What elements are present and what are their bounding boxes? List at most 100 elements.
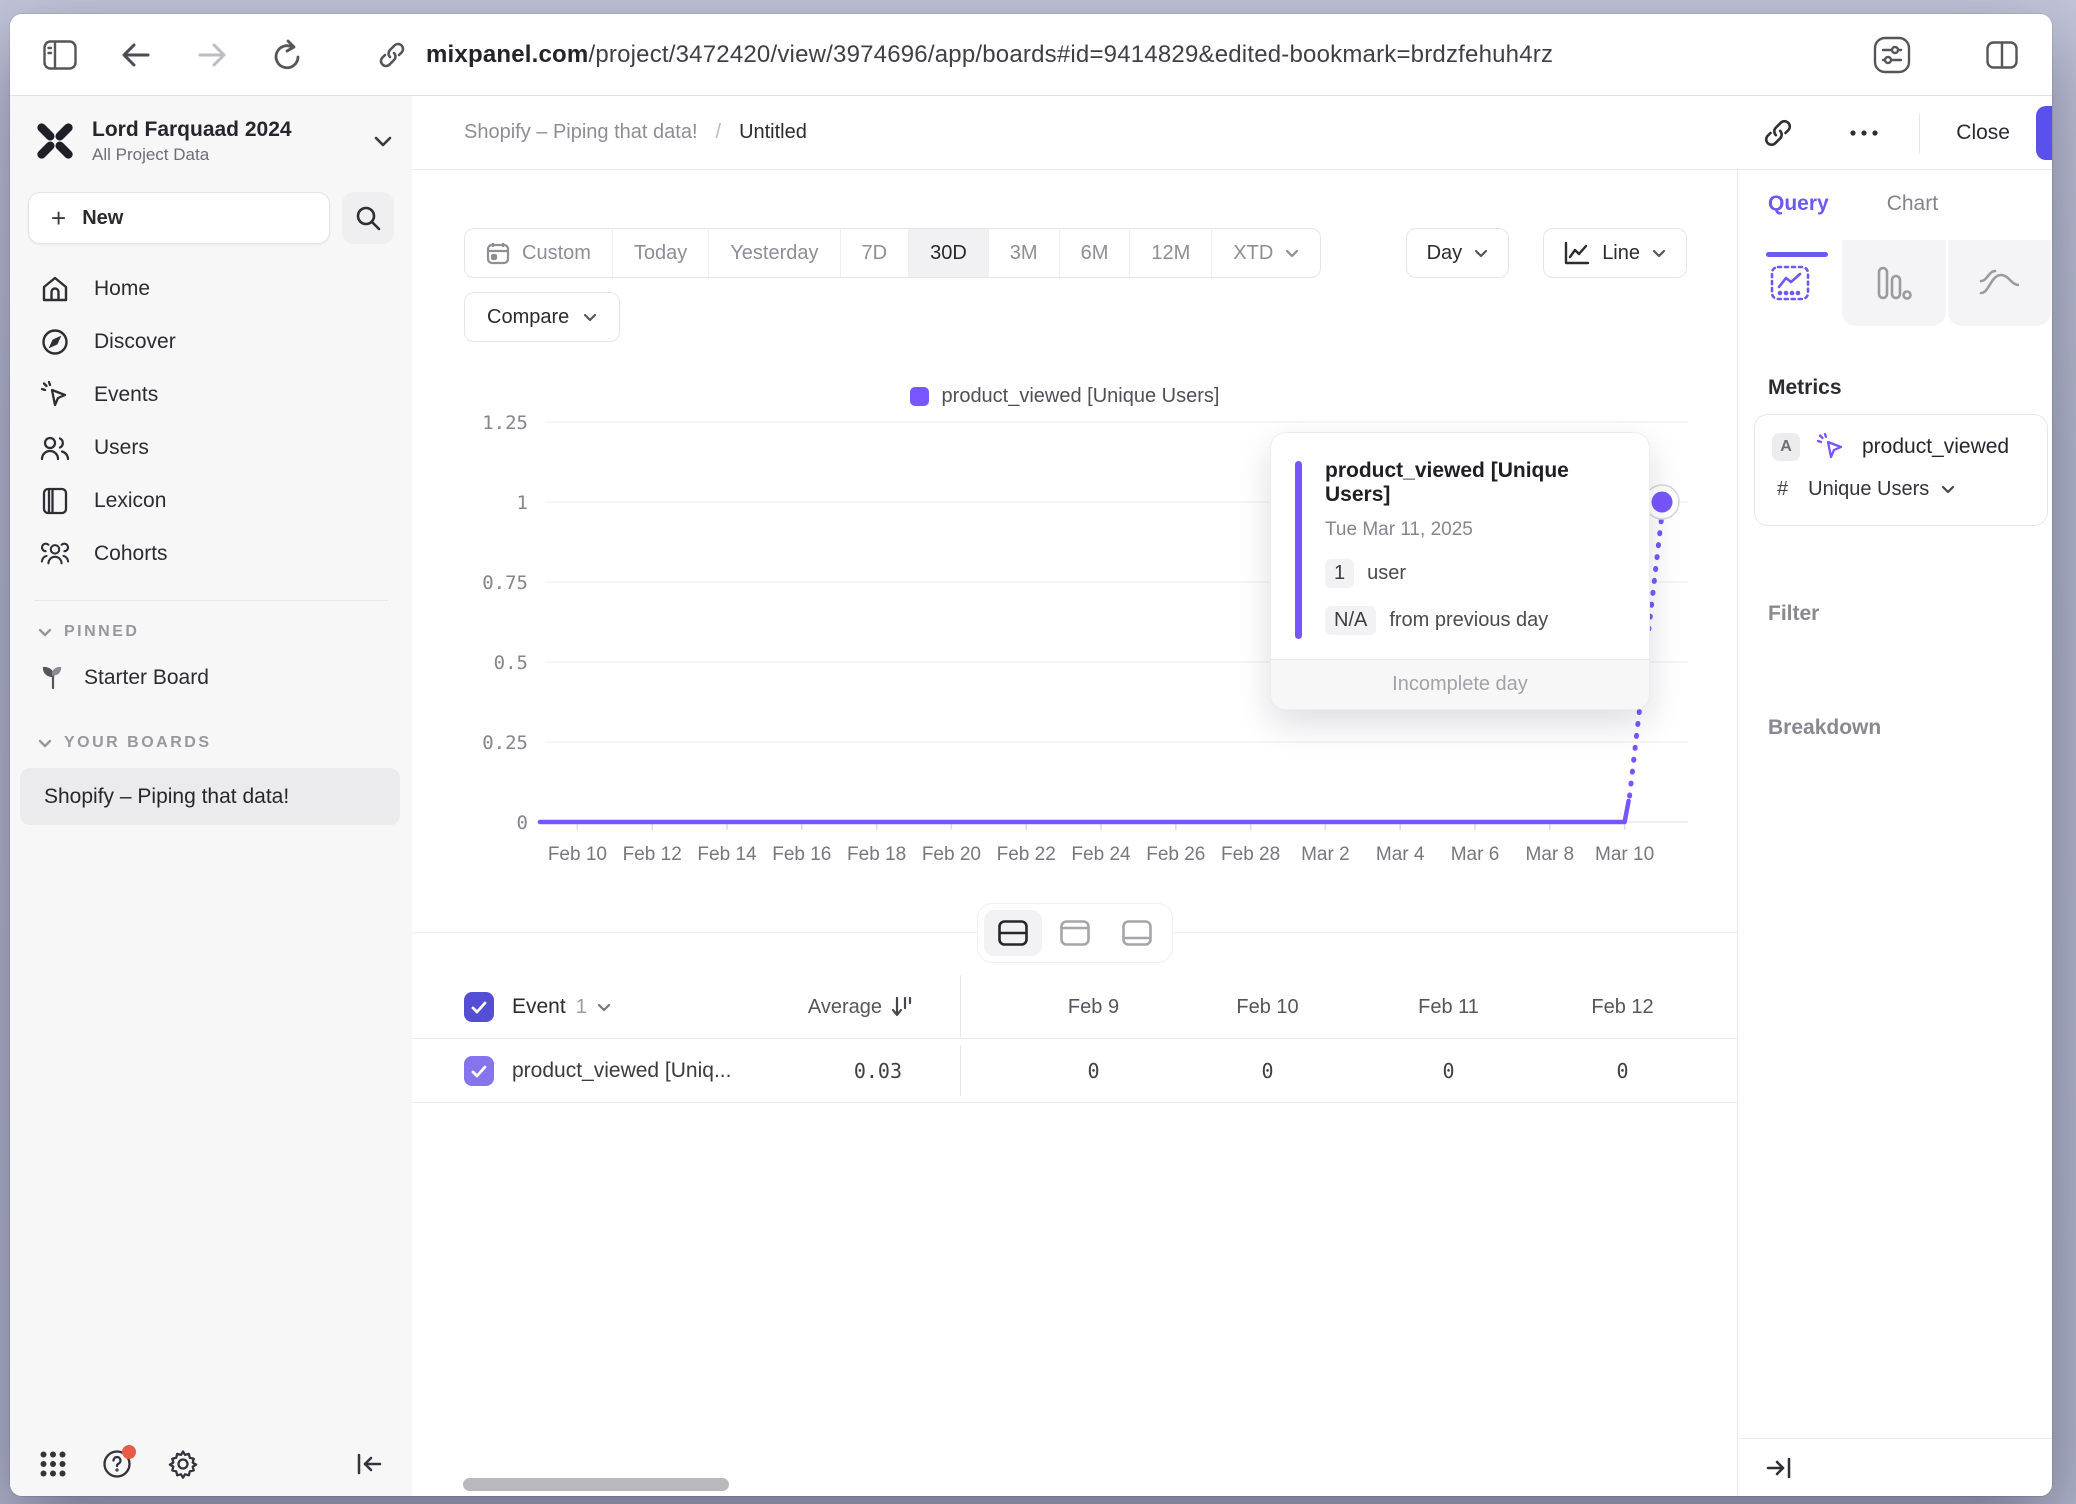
sort-icon xyxy=(892,996,912,1018)
sidebar-item-events[interactable]: Events xyxy=(10,368,412,421)
table-row[interactable]: product_viewed [Uniq... 0.03 0 0 0 0 xyxy=(412,1039,1737,1103)
metric-card[interactable]: A product_viewed # Unique Users xyxy=(1754,414,2048,526)
forward-icon[interactable] xyxy=(188,31,236,79)
sidebar-item-home[interactable]: Home xyxy=(10,262,412,315)
horizontal-scrollbar[interactable] xyxy=(463,1478,729,1491)
layout-split-icon xyxy=(998,920,1028,946)
range-7d[interactable]: 7D xyxy=(840,229,909,277)
sidebar-item-users[interactable]: Users xyxy=(10,421,412,474)
svg-text:Feb 12: Feb 12 xyxy=(623,844,682,865)
row-cell-value: 0 xyxy=(1177,1039,1358,1103)
layout-split-button[interactable] xyxy=(984,910,1042,956)
tab-chart[interactable]: Chart xyxy=(1887,192,1938,240)
sidebar-item-label: Users xyxy=(94,436,149,460)
event-cursor-icon xyxy=(1816,432,1846,462)
layout-table-button[interactable] xyxy=(1108,910,1166,956)
date-range-picker: Custom Today Yesterday 7D 30D 3M 6M 12M … xyxy=(464,228,1321,278)
sidebar-item-label: Events xyxy=(94,383,158,407)
pinned-section-label: PINNED xyxy=(64,623,139,641)
highlighted-data-point xyxy=(1652,492,1673,513)
new-button[interactable]: + New xyxy=(28,192,330,244)
metric-badge: A xyxy=(1772,433,1800,461)
chart-tooltip: product_viewed [Unique Users] Tue Mar 11… xyxy=(1270,432,1650,710)
sidebar-item-shopify-board[interactable]: Shopify – Piping that data! xyxy=(20,768,400,825)
legend-label: product_viewed [Unique Users] xyxy=(942,385,1220,408)
copy-link-icon[interactable] xyxy=(1763,118,1793,148)
more-options-icon[interactable] xyxy=(1849,129,1879,137)
breadcrumb-page[interactable]: Untitled xyxy=(739,121,807,144)
date-column-header[interactable]: Feb 12 xyxy=(1532,975,1713,1039)
range-6m[interactable]: 6M xyxy=(1059,229,1130,277)
flows-tab[interactable] xyxy=(1948,240,2051,326)
range-12m[interactable]: 12M xyxy=(1129,229,1211,277)
row-cell-value: 0 xyxy=(1003,1039,1184,1103)
bar-chart-icon xyxy=(1875,264,1913,302)
back-icon[interactable] xyxy=(112,31,160,79)
range-30d[interactable]: 30D xyxy=(908,229,988,277)
range-today[interactable]: Today xyxy=(612,229,708,277)
apps-grid-icon[interactable] xyxy=(40,1451,66,1477)
cohorts-icon xyxy=(40,542,70,566)
close-button[interactable]: Close xyxy=(1956,121,2010,145)
tooltip-delta: N/A xyxy=(1325,606,1376,635)
range-xtd[interactable]: XTD xyxy=(1211,229,1320,277)
range-custom[interactable]: Custom xyxy=(465,229,612,277)
compare-dropdown[interactable]: Compare xyxy=(464,292,620,342)
split-view-icon[interactable] xyxy=(1978,31,2026,79)
check-icon xyxy=(471,1065,487,1078)
mixpanel-logo-icon xyxy=(34,120,76,162)
row-cell-value: 0 xyxy=(1358,1039,1539,1103)
sidebar-item-label: Discover xyxy=(94,330,176,354)
chart-type-dropdown[interactable]: Line xyxy=(1543,228,1687,278)
chevron-down-icon xyxy=(1285,249,1299,258)
gear-icon[interactable] xyxy=(168,1449,198,1479)
new-button-label: New xyxy=(82,207,123,230)
help-button[interactable] xyxy=(102,1449,132,1479)
sidebar-item-starter-board[interactable]: Starter Board xyxy=(10,651,412,704)
browser-window: mixpanel.com/project/3472420/view/397469… xyxy=(10,14,2052,1496)
date-column-header[interactable]: Feb 10 xyxy=(1177,975,1358,1039)
row-checkbox[interactable] xyxy=(464,1056,494,1086)
range-3m[interactable]: 3M xyxy=(988,229,1059,277)
layout-toggle-group xyxy=(978,904,1172,962)
browser-sidebar-toggle-icon[interactable] xyxy=(36,31,84,79)
save-button[interactable] xyxy=(2036,106,2052,160)
reader-settings-icon[interactable] xyxy=(1868,31,1916,79)
legend-swatch xyxy=(910,387,929,406)
date-column-header[interactable]: Feb 9 xyxy=(1003,975,1184,1039)
workspace-name: Lord Farquaad 2024 xyxy=(92,118,374,142)
range-yesterday[interactable]: Yesterday xyxy=(708,229,839,277)
metric-aggregation-dropdown[interactable]: Unique Users xyxy=(1808,478,1955,501)
sidebar-item-cohorts[interactable]: Cohorts xyxy=(10,527,412,580)
workspace-switcher[interactable]: Lord Farquaad 2024 All Project Data xyxy=(34,112,392,170)
select-all-checkbox[interactable] xyxy=(464,992,494,1022)
active-tab-underline xyxy=(1766,252,1828,257)
breadcrumb-board[interactable]: Shopify – Piping that data! xyxy=(464,121,698,144)
collapse-sidebar-icon[interactable] xyxy=(356,1452,382,1476)
collapse-panel-icon[interactable] xyxy=(1766,1456,1792,1480)
average-column-header[interactable]: Average xyxy=(808,975,912,1039)
granularity-dropdown[interactable]: Day xyxy=(1406,228,1510,278)
sidebar-item-discover[interactable]: Discover xyxy=(10,315,412,368)
layout-chart-button[interactable] xyxy=(1046,910,1104,956)
search-button[interactable] xyxy=(342,192,394,244)
metric-operator: # xyxy=(1777,478,1788,501)
event-column-header[interactable]: Event 1 xyxy=(512,975,611,1039)
sidebar-item-lexicon[interactable]: Lexicon xyxy=(10,474,412,527)
tab-query[interactable]: Query xyxy=(1768,192,1829,240)
column-divider xyxy=(960,975,961,1038)
svg-text:0.5: 0.5 xyxy=(494,652,528,674)
your-boards-section-header[interactable]: YOUR BOARDS xyxy=(10,734,412,752)
breakdown-table: Event 1 Average xyxy=(412,975,1737,1103)
notification-dot xyxy=(122,1445,136,1459)
address-bar[interactable]: mixpanel.com/project/3472420/view/397469… xyxy=(378,41,1848,69)
chart-legend[interactable]: product_viewed [Unique Users] xyxy=(412,385,1717,408)
funnels-tab[interactable] xyxy=(1842,240,1945,326)
pinned-section-header[interactable]: PINNED xyxy=(10,623,412,641)
event-cursor-icon xyxy=(40,380,70,410)
sidebar-item-label: Lexicon xyxy=(94,489,166,513)
reload-icon[interactable] xyxy=(264,31,312,79)
date-column-header[interactable]: Feb 11 xyxy=(1358,975,1539,1039)
tooltip-delta-label: from previous day xyxy=(1389,609,1548,632)
browser-toolbar: mixpanel.com/project/3472420/view/397469… xyxy=(10,14,2052,96)
